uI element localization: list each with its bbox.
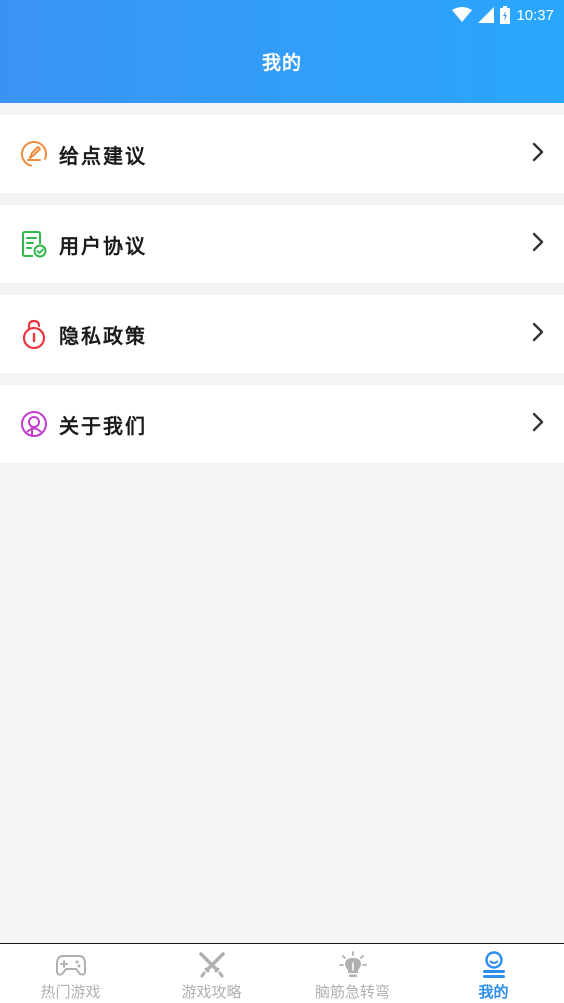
chevron-right-icon <box>532 322 544 346</box>
gamepad-icon <box>55 951 87 979</box>
menu-item-label: 给点建议 <box>59 143 147 168</box>
menu-item-label: 关于我们 <box>59 413 147 438</box>
menu-item-label: 用户协议 <box>59 233 147 258</box>
menu-item-privacy-policy[interactable]: 隐私政策 <box>0 295 564 373</box>
tab-mine[interactable]: 我的 <box>423 944 564 1003</box>
tab-label: 我的 <box>478 983 509 1001</box>
menu-item-user-agreement[interactable]: 用户协议 <box>0 205 564 283</box>
chevron-right-icon <box>532 232 544 256</box>
tab-hot-games[interactable]: 热门游戏 <box>0 944 141 1003</box>
chevron-right-icon <box>532 412 544 436</box>
page-title: 我的 <box>261 52 302 74</box>
feedback-icon <box>19 139 49 169</box>
tab-label: 热门游戏 <box>40 983 101 1001</box>
profile-icon <box>481 951 507 979</box>
app-header: 10:37 我的 <box>0 0 564 103</box>
menu-item-about-us[interactable]: 关于我们 <box>0 385 564 463</box>
agreement-icon <box>19 229 49 259</box>
menu-item-label: 隐私政策 <box>59 323 147 348</box>
menu-item-feedback[interactable]: 给点建议 <box>0 115 564 193</box>
bottom-tab-bar: 热门游戏 游戏攻略 脑筋急转弯 我的 <box>0 943 564 1003</box>
tab-label: 游戏攻略 <box>181 983 242 1001</box>
wifi-icon <box>452 7 473 23</box>
chevron-right-icon <box>532 142 544 166</box>
about-icon <box>19 409 49 439</box>
settings-menu: 给点建议 用户协议 隐私政策 关于我们 <box>0 115 564 475</box>
status-bar: 10:37 <box>452 0 554 30</box>
lightbulb-icon <box>338 951 367 979</box>
lock-icon <box>19 319 49 349</box>
tab-game-guides[interactable]: 游戏攻略 <box>141 944 282 1003</box>
crossed-swords-icon <box>198 951 226 979</box>
signal-icon <box>478 7 495 23</box>
tab-label: 脑筋急转弯 <box>314 983 390 1001</box>
tab-brain-teasers[interactable]: 脑筋急转弯 <box>282 944 423 1003</box>
battery-icon <box>500 6 511 24</box>
status-time: 10:37 <box>516 6 554 24</box>
